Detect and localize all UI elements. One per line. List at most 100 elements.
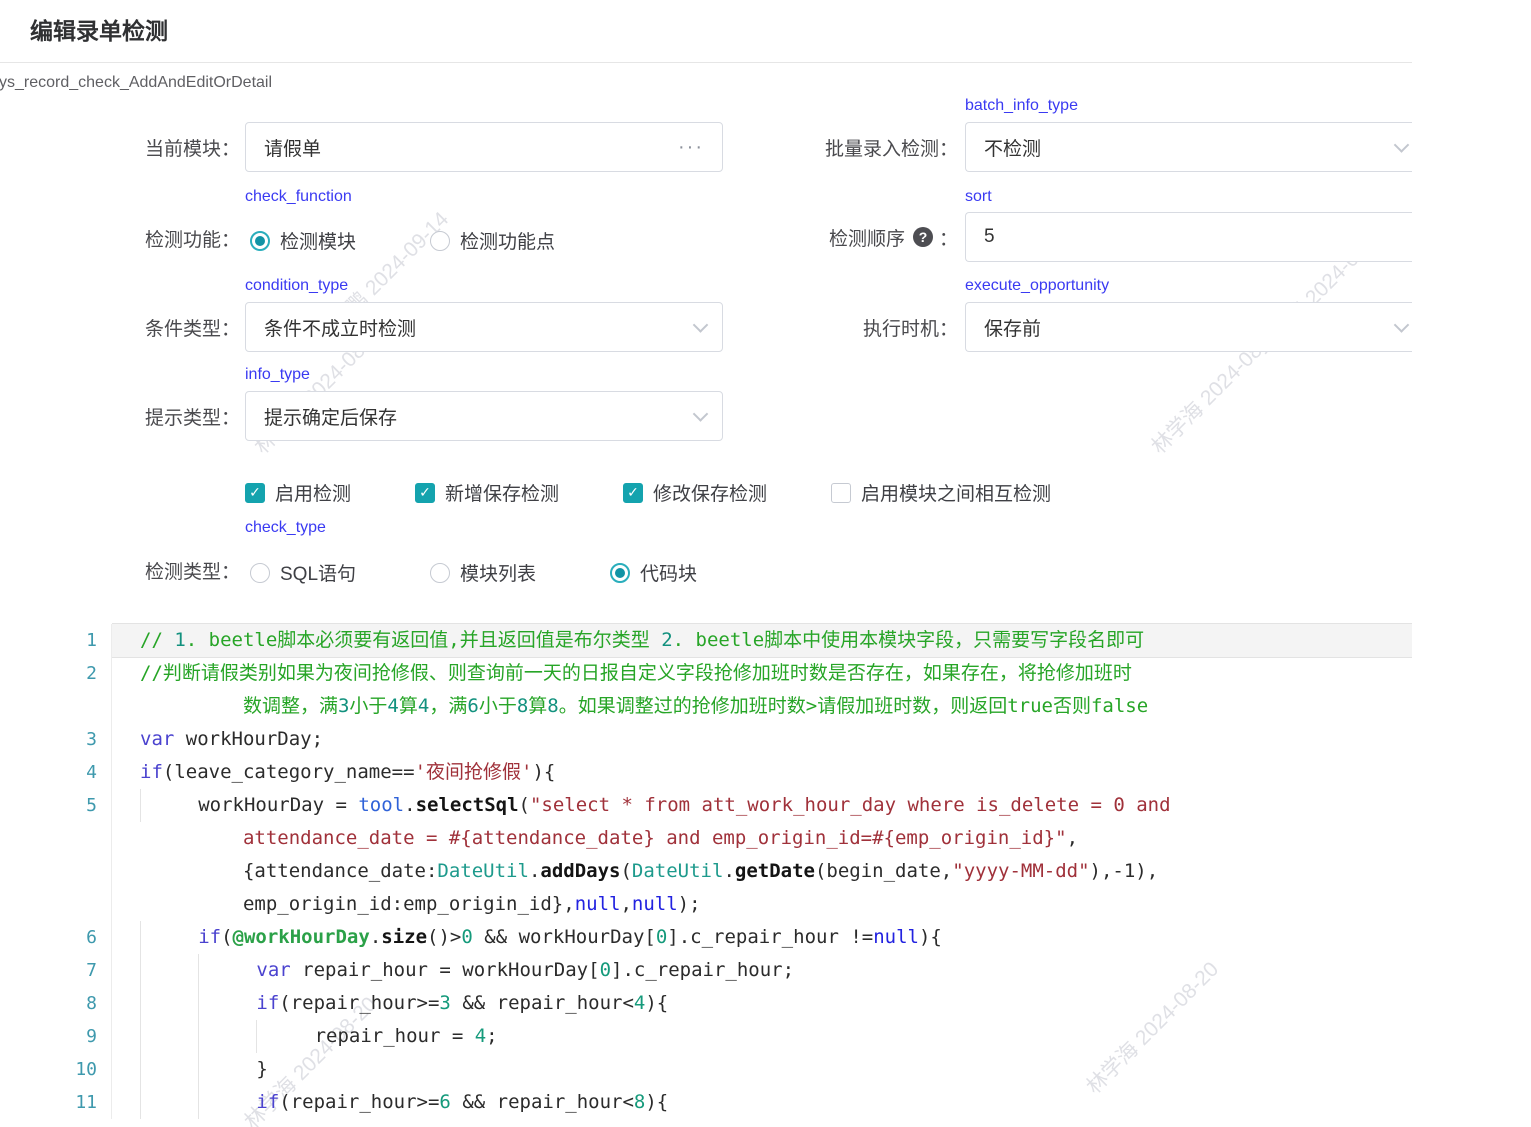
field-link-condition-type[interactable]: condition_type (245, 277, 348, 295)
code-line[interactable]: 10} (0, 1053, 1412, 1086)
code-line[interactable]: 1// 1. beetle脚本必须要有返回值,并且返回值是布尔类型 2. bee… (0, 624, 1412, 657)
radio-unselected-icon[interactable] (430, 563, 450, 583)
code-token: 6 (439, 1091, 450, 1113)
code-line[interactable]: 4if(leave_category_name=='夜间抢修假'){ (0, 756, 1412, 789)
code-line[interactable]: 数调整，满3小于4算4，满6小于8算8。如果调整过的抢修加班时数>请假加班时数，… (0, 690, 1412, 723)
code-line-content[interactable]: var repair_hour = workHourDay[0].c_repai… (112, 954, 1412, 987)
code-line-content[interactable]: 数调整，满3小于4算4，满6小于8算8。如果调整过的抢修加班时数>请假加班时数，… (112, 690, 1412, 723)
radio-option[interactable]: 代码块 (610, 559, 697, 586)
help-icon[interactable]: ? (913, 227, 933, 247)
checkbox-option[interactable]: ✓新增保存检测 (415, 479, 559, 506)
code-line-content[interactable]: attendance_date = #{attendance_date} and… (112, 822, 1412, 855)
line-number: 2 (0, 657, 112, 690)
field-link-batch-info-type[interactable]: batch_info_type (965, 97, 1078, 115)
batch-info-type-select[interactable]: 不检测 (965, 122, 1412, 172)
code-token: {attendance_date: (140, 860, 437, 882)
code-line[interactable]: 11if(repair_hour>=6 && repair_hour<8){ (0, 1086, 1412, 1119)
code-token: 1 (174, 629, 185, 651)
code-line[interactable]: 6if(@workHourDay.size()>0 && workHourDay… (0, 921, 1412, 954)
code-line[interactable]: 2//判断请假类别如果为夜间抢修假、则查询前一天的日报自定义字段抢修加班时数是否… (0, 657, 1412, 690)
code-token: '夜间抢修假' (415, 761, 533, 783)
radio-label: 检测模块 (280, 227, 356, 254)
checkbox-checked-icon[interactable]: ✓ (415, 483, 435, 503)
radio-unselected-icon[interactable] (250, 563, 270, 583)
code-token: && workHourDay[ (473, 926, 656, 948)
code-token: emp_origin_id:emp_origin_id}, (140, 893, 575, 915)
code-token: 0 (656, 926, 667, 948)
radio-option[interactable]: 检测功能点 (430, 227, 555, 254)
checkbox-unchecked-icon[interactable] (831, 483, 851, 503)
code-line[interactable]: 9repair_hour = 4; (0, 1020, 1412, 1053)
module-picker-button[interactable]: ··· (678, 136, 704, 159)
code-token: ){ (919, 926, 942, 948)
checkbox-checked-icon[interactable]: ✓ (623, 483, 643, 503)
code-line-content[interactable]: {attendance_date:DateUtil.addDays(DateUt… (112, 855, 1412, 888)
line-number: 5 (0, 789, 112, 822)
code-line-content[interactable]: //判断请假类别如果为夜间抢修假、则查询前一天的日报自定义字段抢修加班时数是否存… (112, 657, 1412, 690)
code-token: var (256, 959, 290, 981)
code-token: 否则 (1053, 695, 1091, 717)
record-check-edit-page: 邱俊鹏 2024-09-14林学海 2024-08-20邱俊鹏 2024-09-… (0, 0, 1531, 1127)
checkbox-checked-icon[interactable]: ✓ (245, 483, 265, 503)
checkbox-option[interactable]: ✓修改保存检测 (623, 479, 767, 506)
code-line-content[interactable]: workHourDay = tool.selectSql("select * f… (112, 789, 1412, 822)
code-token: 4 (418, 695, 429, 717)
info-type-select[interactable]: 提示确定后保存 (245, 391, 723, 441)
code-line[interactable]: attendance_date = #{attendance_date} and… (0, 822, 1412, 855)
code-line-content[interactable]: if(repair_hour>=3 && repair_hour<4){ (112, 987, 1412, 1020)
chevron-down-icon (693, 406, 709, 422)
radio-option[interactable]: 模块列表 (430, 559, 536, 586)
code-line-content[interactable]: if(repair_hour>=6 && repair_hour<8){ (112, 1086, 1412, 1119)
current-module-input[interactable]: 请假单 ··· (245, 122, 723, 172)
radio-option[interactable]: SQL语句 (250, 559, 356, 586)
code-line[interactable]: 8if(repair_hour>=3 && repair_hour<4){ (0, 987, 1412, 1020)
radio-label: SQL语句 (280, 559, 356, 586)
code-token: ，满 (429, 695, 467, 717)
checkbox-option[interactable]: 启用模块之间相互检测 (831, 479, 1051, 506)
code-line-content[interactable]: } (112, 1053, 1412, 1086)
sort-label-text: 检测顺序 (829, 224, 905, 251)
code-line[interactable]: 3var workHourDay; (0, 723, 1412, 756)
execute-opportunity-select[interactable]: 保存前 (965, 302, 1412, 352)
field-link-check-function[interactable]: check_function (245, 188, 352, 206)
code-line-content[interactable]: var workHourDay; (112, 723, 1412, 756)
code-token: } (256, 1058, 267, 1080)
code-line-content[interactable]: repair_hour = 4; (112, 1020, 1412, 1053)
code-line[interactable]: {attendance_date:DateUtil.addDays(DateUt… (0, 855, 1412, 888)
line-number: 11 (0, 1086, 112, 1119)
code-token: . (404, 794, 415, 816)
checkbox-option[interactable]: ✓启用检测 (245, 479, 351, 506)
radio-unselected-icon[interactable] (430, 231, 450, 251)
radio-option[interactable]: 检测模块 (250, 227, 356, 254)
execute-opportunity-label: 执行时机： (758, 302, 958, 352)
radio-selected-icon[interactable] (250, 231, 270, 251)
line-number (0, 690, 112, 723)
code-editor[interactable]: 1// 1. beetle脚本必须要有返回值,并且返回值是布尔类型 2. bee… (0, 624, 1412, 1119)
sort-input[interactable]: 5 (965, 212, 1412, 262)
code-line[interactable]: 7var repair_hour = workHourDay[0].c_repa… (0, 954, 1412, 987)
code-line[interactable]: emp_origin_id:emp_origin_id},null,null); (0, 888, 1412, 921)
condition-type-select[interactable]: 条件不成立时检测 (245, 302, 723, 352)
code-line-content[interactable]: if(@workHourDay.size()>0 && workHourDay[… (112, 921, 1412, 954)
field-link-sort[interactable]: sort (965, 188, 992, 206)
indent-guide (140, 921, 198, 954)
code-line-content[interactable]: if(leave_category_name=='夜间抢修假'){ (112, 756, 1412, 789)
current-module-value: 请假单 (264, 134, 321, 161)
indent-guide (198, 954, 256, 987)
check-function-label: 检测功能： (40, 213, 240, 263)
code-line[interactable]: 5workHourDay = tool.selectSql("select * … (0, 789, 1412, 822)
line-number: 9 (0, 1020, 112, 1053)
code-line-content[interactable]: // 1. beetle脚本必须要有返回值,并且返回值是布尔类型 2. beet… (112, 624, 1412, 657)
radio-selected-icon[interactable] (610, 563, 630, 583)
code-token: 算 (399, 695, 418, 717)
code-token: null (632, 893, 678, 915)
field-link-info-type[interactable]: info_type (245, 366, 310, 384)
field-link-execute-opportunity[interactable]: execute_opportunity (965, 277, 1109, 295)
code-token: ( (519, 794, 530, 816)
field-link-check-type[interactable]: check_type (245, 519, 326, 537)
code-token: tool (358, 794, 404, 816)
code-token: ].c_repair_hour != (667, 926, 873, 948)
code-token: && repair_hour< (451, 992, 634, 1014)
indent-guide (140, 1020, 198, 1053)
code-line-content[interactable]: emp_origin_id:emp_origin_id},null,null); (112, 888, 1412, 921)
